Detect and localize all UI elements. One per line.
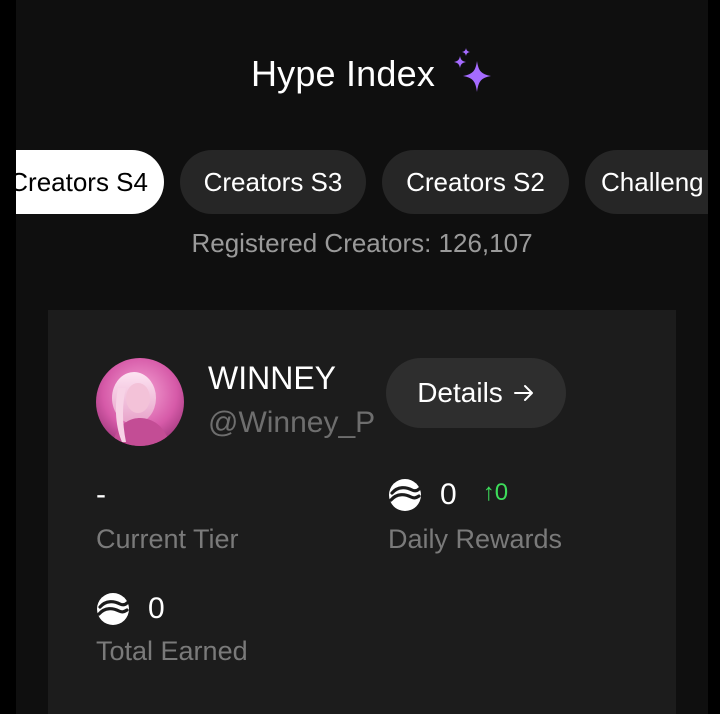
tab-creators-s4[interactable]: Creators S4 [16,150,164,214]
arrow-right-icon [513,385,533,401]
arrow-up-icon: ↑ [482,479,495,506]
tab-label: Creators S3 [203,166,343,197]
season-tabs: Creators S4 Creators S3 Creators S2 Chal… [16,150,708,214]
daily-rewards-label: Daily Rewards [388,524,563,554]
daily-rewards-text: 0 [440,478,457,511]
current-tier-text: - [96,478,106,511]
creator-card: WINNEY @Winney_P Details - Current Tier … [48,310,676,714]
total-earned-value: 0 [96,592,165,626]
tab-challenges[interactable]: Challeng [585,150,708,214]
hype-index-page: Hype Index Creators S4 Creators S3 Creat… [16,0,708,714]
avatar-image [96,358,184,446]
tab-creators-s2[interactable]: Creators S2 [382,150,569,214]
current-tier-value: - [96,478,106,512]
coin-icon [389,479,421,511]
tab-creators-s3[interactable]: Creators S3 [180,150,366,214]
creator-handle: @Winney_P [208,406,376,439]
avatar[interactable] [96,358,184,446]
details-label: Details [417,377,503,408]
details-button[interactable]: Details [386,358,566,428]
total-earned-text: 0 [148,592,165,625]
registered-creators-count: Registered Creators: 126,107 [191,228,533,258]
daily-rewards-delta: ↑0 [483,479,508,507]
total-earned-label: Total Earned [96,636,248,666]
tab-label: Challeng [601,166,704,197]
coin-icon [97,593,129,625]
creator-name: WINNEY [208,360,336,396]
daily-rewards-delta-value: 0 [494,479,509,506]
tab-label: Creators S2 [406,166,545,197]
page-title: Hype Index [250,53,436,94]
header: Hype Index [16,44,708,104]
current-tier-label: Current Tier [96,524,239,554]
sparkles-icon [454,48,492,92]
daily-rewards-value: 0 ↑0 [388,478,508,512]
tab-label: Creators S4 [16,166,148,197]
